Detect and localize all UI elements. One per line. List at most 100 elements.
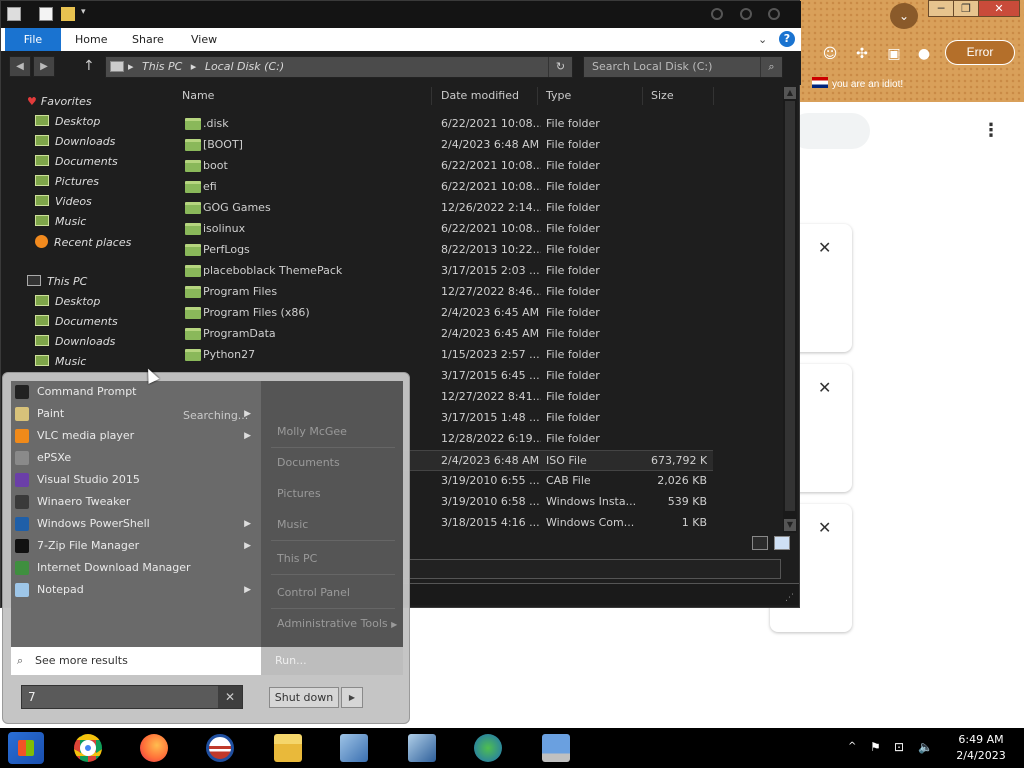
browser-search-pill[interactable] [790, 113, 870, 149]
minimize-button[interactable]: ─ [928, 0, 954, 17]
maximize-button[interactable]: ❐ [953, 0, 979, 17]
search-input[interactable]: Search Local Disk (C:) ⌕ [583, 56, 783, 78]
table-row[interactable]: PerfLogs 8/22/2013 10:22... File folder [179, 240, 713, 261]
remote-desktop-taskbar-icon[interactable] [536, 732, 576, 764]
nav-item-desktop[interactable]: Desktop [35, 115, 100, 128]
up-button[interactable]: ↑ [83, 58, 95, 74]
clear-search-icon[interactable]: ✕ [218, 686, 242, 708]
scroll-up-arrow-icon[interactable]: ▲ [784, 87, 796, 99]
table-row[interactable]: Program Files 12/27/2022 8:46... File fold… [179, 282, 713, 303]
properties-icon[interactable] [39, 7, 53, 21]
kebab-menu-icon[interactable]: ⋮ [982, 120, 1000, 141]
side-panel-icon[interactable]: ▣ [884, 44, 904, 64]
start-link-admin-tools[interactable]: Administrative Tools ▶ [277, 617, 397, 630]
start-button[interactable] [8, 732, 44, 764]
shutdown-options-arrow-icon[interactable]: ▶ [341, 687, 363, 708]
maximize-button[interactable] [740, 8, 752, 20]
nav-item-desktop[interactable]: Desktop [35, 295, 100, 308]
start-search-input[interactable]: 7 ✕ [21, 685, 243, 709]
new-folder-icon[interactable] [61, 7, 75, 21]
breadcrumb-local-disk[interactable]: Local Disk (C:) [205, 60, 284, 73]
close-icon[interactable]: ✕ [818, 378, 831, 397]
network-icon[interactable]: ⊡ [894, 740, 904, 754]
nav-item-documents[interactable]: Documents [35, 315, 118, 328]
program-item[interactable]: 7-Zip File Manager ▶ [11, 535, 261, 557]
table-row[interactable]: efi 6/22/2021 10:08... File folder [179, 177, 713, 198]
setup-taskbar-icon[interactable] [334, 732, 374, 764]
chrome-taskbar-icon[interactable] [68, 732, 108, 764]
file-explorer-taskbar-icon[interactable] [268, 732, 308, 764]
account-icon[interactable]: ● [914, 44, 934, 64]
program-item[interactable]: Notepad ▶ [11, 579, 261, 601]
installer-taskbar-icon[interactable] [402, 732, 442, 764]
table-row[interactable]: placeboblack ThemePack 3/17/2015 2:03 ...… [179, 261, 713, 282]
table-row[interactable]: GOG Games 12/26/2022 2:14... File folder [179, 198, 713, 219]
nav-item-music[interactable]: Music [35, 215, 86, 228]
obama-logo-taskbar-icon[interactable] [200, 732, 240, 764]
refresh-icon[interactable]: ↻ [548, 57, 572, 77]
program-item[interactable]: ePSXe [11, 447, 261, 469]
close-icon[interactable]: ✕ [818, 238, 831, 257]
program-item[interactable]: Winaero Tweaker [11, 491, 261, 513]
table-row[interactable]: .disk 6/22/2021 10:08... File folder [179, 114, 713, 135]
table-row[interactable]: boot 6/22/2021 10:08... File folder [179, 156, 713, 177]
nav-item-downloads[interactable]: Downloads [35, 135, 115, 148]
profile-avatar-icon[interactable]: ☺ [820, 44, 840, 64]
breadcrumb-this-pc[interactable]: This PC [142, 60, 182, 73]
table-row[interactable]: Python27 1/15/2023 2:57 ... File folder [179, 345, 713, 366]
nav-favorites[interactable]: ♥ Favorites [27, 95, 92, 108]
clock[interactable]: 6:49 AM 2/4/2023 [944, 732, 1018, 764]
download-manager-taskbar-icon[interactable] [468, 732, 508, 764]
show-hidden-icons-icon[interactable]: ^ [848, 741, 856, 752]
address-bar[interactable]: ▸ This PC ▸ Local Disk (C:) ↻ [105, 56, 573, 78]
vertical-scrollbar[interactable]: ▲ ▼ [783, 87, 797, 533]
start-link-pictures[interactable]: Pictures [277, 487, 321, 500]
window-menu-icon[interactable] [7, 7, 21, 21]
nav-this-pc[interactable]: This PC [27, 275, 87, 288]
details-view-icon[interactable] [752, 536, 768, 550]
nav-item-videos[interactable]: Videos [35, 195, 92, 208]
chevron-down-icon[interactable]: ⌄ [890, 3, 918, 29]
column-header-date[interactable]: Date modified [441, 89, 519, 102]
start-link-user[interactable]: Molly McGee [277, 425, 347, 438]
program-item[interactable]: VLC media player ▶ [11, 425, 261, 447]
search-icon[interactable]: ⌕ [760, 57, 782, 77]
forward-button[interactable]: ▶ [33, 56, 55, 77]
scrollbar-thumb[interactable] [785, 101, 795, 511]
help-icon[interactable]: ? [779, 31, 795, 47]
tab-file[interactable]: File [5, 28, 61, 51]
column-header-type[interactable]: Type [546, 89, 571, 102]
bookmark-item[interactable]: you are an idiot! [812, 77, 903, 90]
column-divider[interactable] [642, 87, 643, 105]
column-divider[interactable] [713, 87, 714, 105]
table-row[interactable]: ProgramData 2/4/2023 6:45 AM File folder [179, 324, 713, 345]
start-link-documents[interactable]: Documents [277, 456, 340, 469]
table-row[interactable]: [BOOT] 2/4/2023 6:48 AM File folder [179, 135, 713, 156]
see-more-results-link[interactable]: ⌕ See more results [11, 647, 261, 675]
nav-item-recent-places[interactable]: Recent places [35, 235, 131, 249]
extensions-icon[interactable]: ✣ [852, 44, 872, 64]
action-center-flag-icon[interactable]: ⚑ [870, 740, 881, 754]
program-item[interactable]: Windows PowerShell ▶ [11, 513, 261, 535]
volume-icon[interactable]: 🔈 [918, 740, 933, 754]
ribbon-collapse-icon[interactable]: ⌄ [758, 33, 767, 46]
minimize-button[interactable] [711, 8, 723, 20]
nav-item-downloads[interactable]: Downloads [35, 335, 115, 348]
tab-view[interactable]: View [191, 28, 217, 51]
column-header-size[interactable]: Size [651, 89, 674, 102]
start-link-this-pc[interactable]: This PC [277, 552, 317, 565]
program-item[interactable]: Internet Download Manager [11, 557, 261, 579]
customize-quickaccess-icon[interactable]: ▾ [81, 7, 95, 21]
column-divider[interactable] [537, 87, 538, 105]
nav-item-pictures[interactable]: Pictures [35, 175, 99, 188]
shutdown-button[interactable]: Shut down [269, 687, 339, 708]
nav-item-music[interactable]: Music [35, 355, 86, 368]
back-button[interactable]: ◀ [9, 56, 31, 77]
scroll-down-arrow-icon[interactable]: ▼ [784, 519, 796, 531]
close-button[interactable]: ✕ [978, 0, 1020, 17]
large-icons-view-icon[interactable] [774, 536, 790, 550]
resize-grip-icon[interactable]: ⋰ [785, 593, 794, 603]
start-link-music[interactable]: Music [277, 518, 308, 531]
nav-item-documents[interactable]: Documents [35, 155, 118, 168]
tab-home[interactable]: Home [75, 28, 107, 51]
